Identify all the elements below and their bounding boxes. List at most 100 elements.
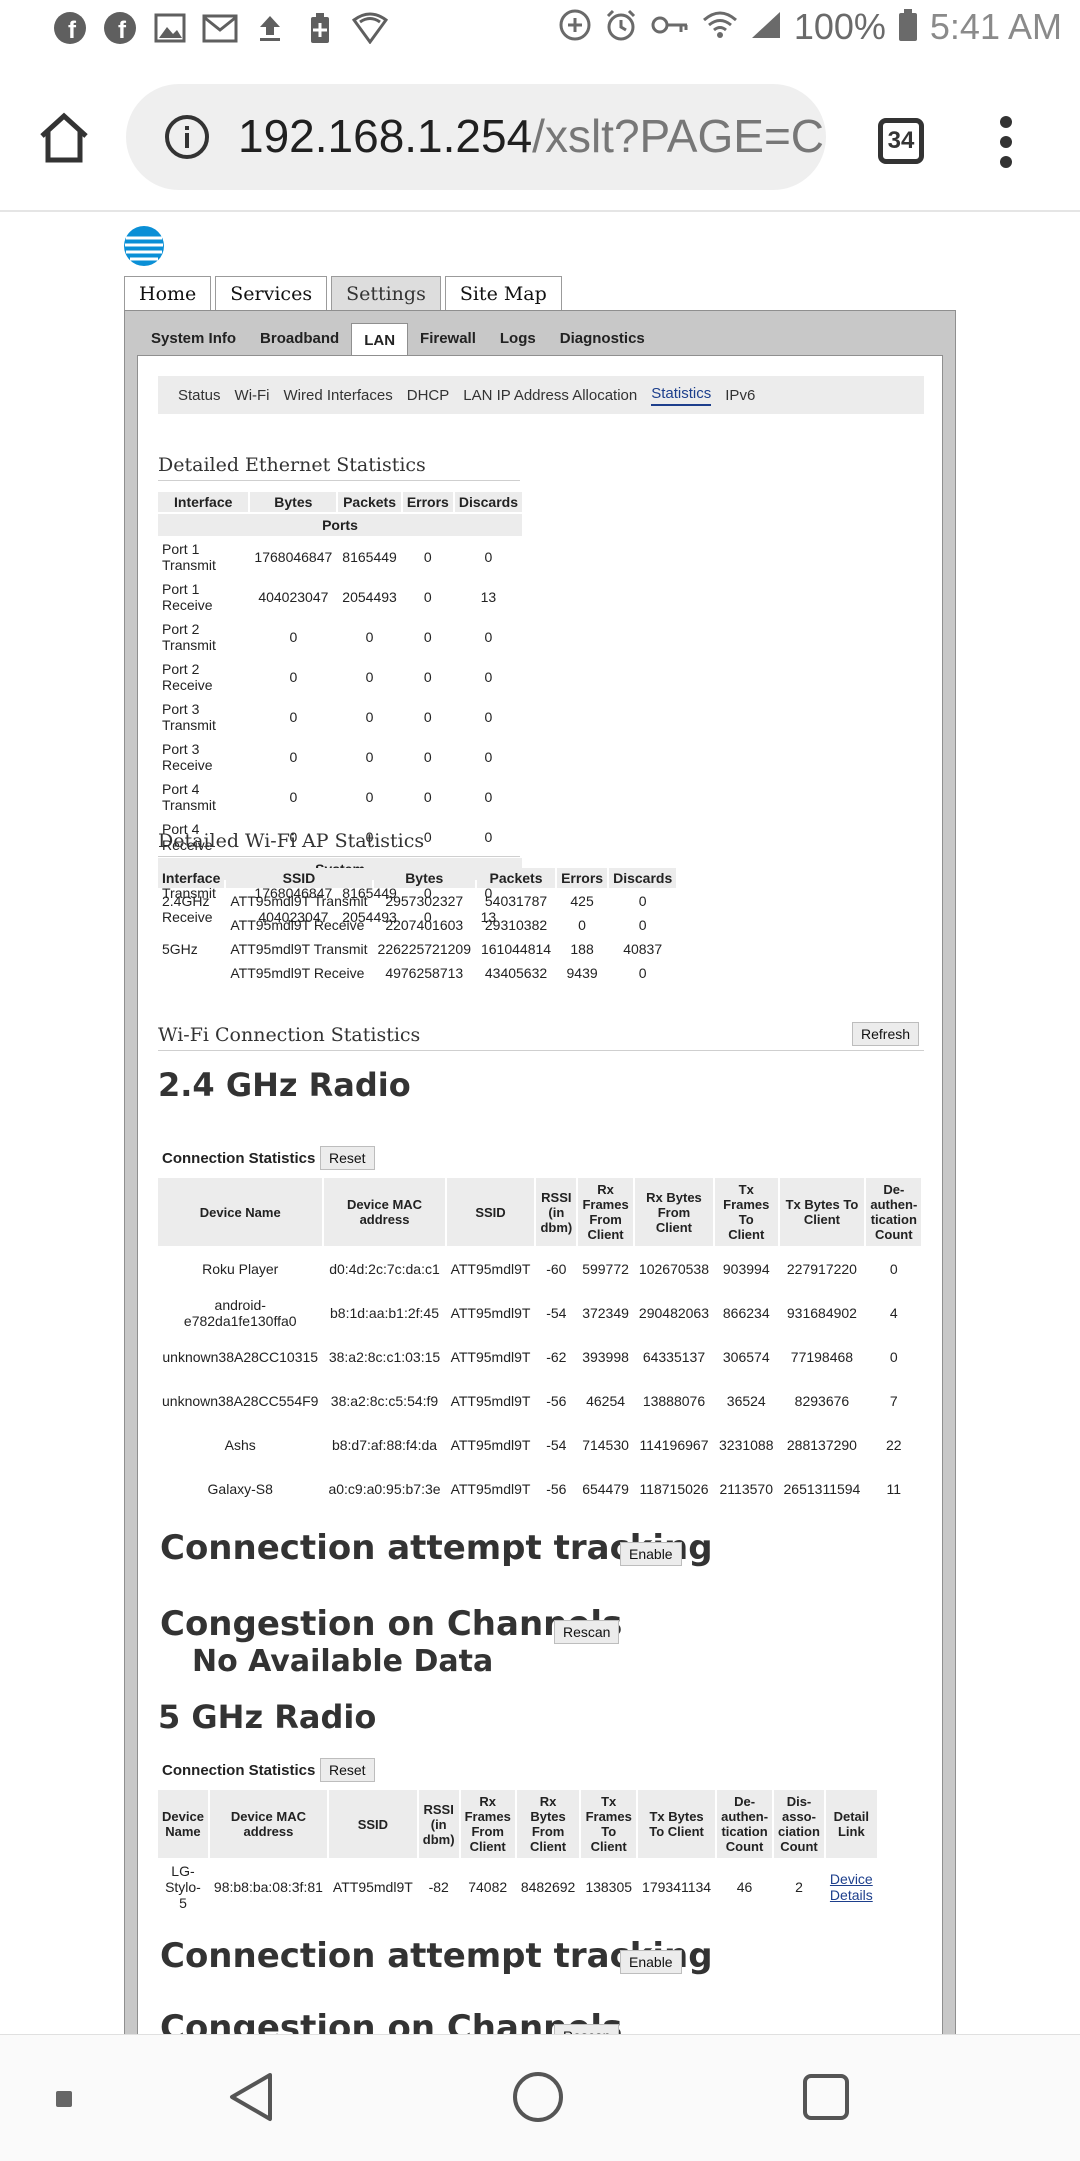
- table-cell: 0: [365, 709, 374, 725]
- table-cell: -60: [546, 1261, 567, 1277]
- enable-button[interactable]: Enable: [620, 1542, 682, 1566]
- table-cell: Port 1 Transmit: [162, 541, 216, 573]
- tab-settings[interactable]: Settings: [331, 276, 441, 311]
- table-cell: Device Details: [826, 1860, 877, 1914]
- table-cell: 7: [889, 1393, 898, 1409]
- table-cell: 46: [736, 1879, 753, 1895]
- table-cell: 3231088: [719, 1437, 774, 1453]
- table-cell: 4: [889, 1305, 898, 1321]
- column-header: Tx Bytes To Client: [638, 1790, 716, 1858]
- congestion-heading: Congestion on Channels: [160, 1604, 623, 1644]
- table-cell: 0: [365, 629, 374, 645]
- lan-nav-statistics[interactable]: Statistics: [651, 385, 712, 406]
- table-cell: 54031787: [484, 893, 548, 909]
- table-cell: 64335137: [642, 1349, 706, 1365]
- lan-nav-ip-allocation[interactable]: LAN IP Address Allocation: [463, 387, 637, 404]
- table-cell: 98:b8:ba:08:3f:81: [213, 1879, 323, 1895]
- table-cell: -54: [546, 1437, 567, 1453]
- shield-wifi-icon: [352, 10, 388, 46]
- radio-24-connection-table: Device Name Device MAC address SSID RSSI (i…: [156, 1176, 923, 1512]
- refresh-button[interactable]: Refresh: [852, 1022, 920, 1046]
- tab-home[interactable]: Home: [124, 276, 212, 311]
- device-details-link[interactable]: Device Details: [830, 1871, 873, 1903]
- table-cell: 40837: [623, 941, 663, 957]
- table-cell: Port 1 Receive: [162, 581, 213, 613]
- column-header: SSID: [328, 1790, 417, 1858]
- signal-icon: [750, 10, 782, 45]
- tab-logs[interactable]: Logs: [488, 323, 548, 353]
- table-row: Port 3 Receive 0 0 0 0: [158, 738, 522, 776]
- data-saver-icon: [558, 8, 592, 47]
- lan-nav-dhcp[interactable]: DHCP: [407, 387, 450, 404]
- more-options-icon[interactable]: [998, 114, 1014, 170]
- table-cell: -54: [546, 1305, 567, 1321]
- address-bar[interactable]: 192.168.1.254/xslt?PAGE=C: [126, 84, 826, 190]
- att-logo[interactable]: [122, 224, 166, 268]
- table-cell: ATT95mdl9T Receive: [230, 965, 365, 981]
- enable-button-5[interactable]: Enable: [620, 1950, 682, 1974]
- column-header: Bytes: [250, 492, 337, 512]
- table-cell: 0: [423, 589, 432, 605]
- table-cell: ATT95mdl9T Transmit: [230, 941, 368, 957]
- reset-button-5[interactable]: Reset: [320, 1758, 375, 1782]
- table-row: Port 3 Transmit 0 0 0 0: [158, 698, 522, 736]
- table-cell: Port 2 Transmit: [162, 621, 216, 653]
- tab-system-info[interactable]: System Info: [139, 323, 248, 353]
- wifi-conn-stats-heading: Wi-Fi Connection Statistics: [158, 1024, 924, 1051]
- small-square-icon[interactable]: [56, 2091, 72, 2112]
- lan-nav-wired-interfaces[interactable]: Wired Interfaces: [284, 387, 393, 404]
- lan-nav-ipv6[interactable]: IPv6: [725, 387, 755, 404]
- table-cell: d0:4d:2c:7c:da:c1: [329, 1261, 440, 1277]
- column-header: Discards: [609, 868, 677, 888]
- tab-lan[interactable]: LAN: [351, 323, 409, 356]
- table-cell: 654479: [582, 1481, 629, 1497]
- table-cell: 43405632: [484, 965, 548, 981]
- battery-percent: 100%: [793, 6, 886, 47]
- table-cell: ATT95mdl9T: [450, 1349, 531, 1365]
- clock: 5:41 AM: [929, 6, 1062, 47]
- tab-services[interactable]: Services: [215, 276, 328, 311]
- table-cell: Port 4 Transmit: [162, 781, 216, 813]
- reset-button[interactable]: Reset: [320, 1146, 375, 1170]
- tab-firewall[interactable]: Firewall: [408, 323, 488, 353]
- table-cell: 2207401603: [385, 917, 464, 933]
- table-cell: 290482063: [638, 1305, 709, 1321]
- column-header: Rx Frames From Client: [578, 1178, 633, 1246]
- column-header: Tx Frames To Client: [581, 1790, 637, 1858]
- home-nav-icon[interactable]: [512, 2071, 564, 2128]
- table-cell: 0: [638, 893, 647, 909]
- info-icon[interactable]: [164, 114, 210, 160]
- table-cell: Ashs: [224, 1437, 256, 1453]
- recents-icon[interactable]: [802, 2073, 850, 2126]
- tab-site-map[interactable]: Site Map: [444, 276, 562, 311]
- lan-nav-status[interactable]: Status: [178, 387, 221, 404]
- settings-sub-tabs: System Info Broadband LAN Firewall Logs …: [139, 323, 657, 356]
- home-icon[interactable]: [36, 110, 92, 166]
- column-header: RSSI (in dbm): [418, 1790, 459, 1858]
- table-cell: 161044814: [480, 941, 552, 957]
- table-cell: 0: [289, 709, 298, 725]
- tab-broadband[interactable]: Broadband: [248, 323, 351, 353]
- table-cell: ATT95mdl9T: [332, 1879, 413, 1895]
- back-icon[interactable]: [228, 2071, 274, 2128]
- alarm-icon: [604, 8, 638, 47]
- ethernet-stats-heading: Detailed Ethernet Statistics: [158, 454, 520, 481]
- url-text[interactable]: 192.168.1.254/xslt?PAGE=C: [238, 109, 824, 163]
- table-cell: 0: [423, 629, 432, 645]
- url-path: /xslt?PAGE=C: [532, 110, 825, 162]
- wifi-ap-stats-heading: Detailed Wi-Fi AP Statistics: [158, 830, 520, 857]
- table-cell: 46254: [586, 1393, 626, 1409]
- group-label: Ports: [158, 514, 522, 536]
- table-cell: 2957302327: [385, 893, 464, 909]
- table-cell: -56: [546, 1481, 567, 1497]
- congestion-heading-5: Congestion on Channels: [160, 2008, 623, 2034]
- tab-switcher-button[interactable]: 34: [878, 118, 924, 164]
- table-cell: Roku Player: [202, 1261, 279, 1277]
- lan-nav-wifi[interactable]: Wi-Fi: [235, 387, 270, 404]
- rescan-button[interactable]: Rescan: [554, 1620, 620, 1644]
- rescan-button-5[interactable]: Rescan: [554, 2024, 620, 2034]
- table-row: LG-Stylo-5 98:b8:ba:08:3f:81 ATT95mdl9T -82…: [158, 1860, 877, 1914]
- table-cell: 4976258713: [385, 965, 464, 981]
- tab-diagnostics[interactable]: Diagnostics: [548, 323, 657, 353]
- table-cell: 29310382: [484, 917, 548, 933]
